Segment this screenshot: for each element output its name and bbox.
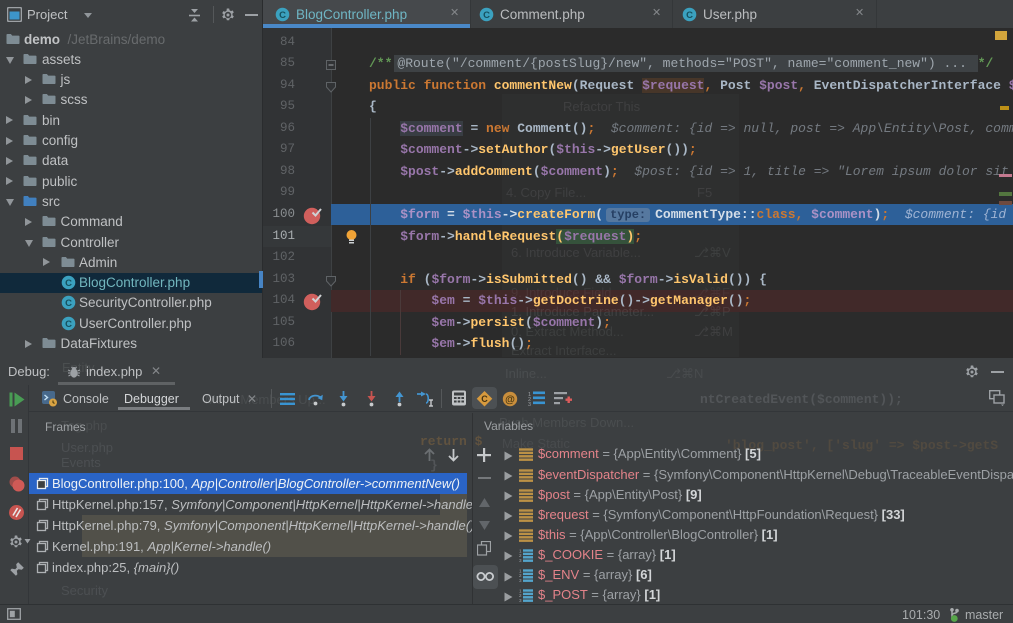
svg-text:C: C — [481, 394, 488, 404]
svg-text:C: C — [483, 10, 490, 21]
svg-text:C: C — [686, 10, 693, 21]
svg-text:C: C — [65, 319, 72, 330]
svg-text:@: @ — [505, 395, 515, 406]
svg-text:3: 3 — [519, 598, 522, 602]
svg-text:C: C — [279, 10, 286, 21]
svg-text:3: 3 — [519, 558, 522, 562]
svg-text:3: 3 — [519, 578, 522, 582]
svg-text:C: C — [65, 298, 72, 309]
svg-text:3: 3 — [528, 402, 531, 406]
svg-text:C: C — [65, 278, 72, 289]
